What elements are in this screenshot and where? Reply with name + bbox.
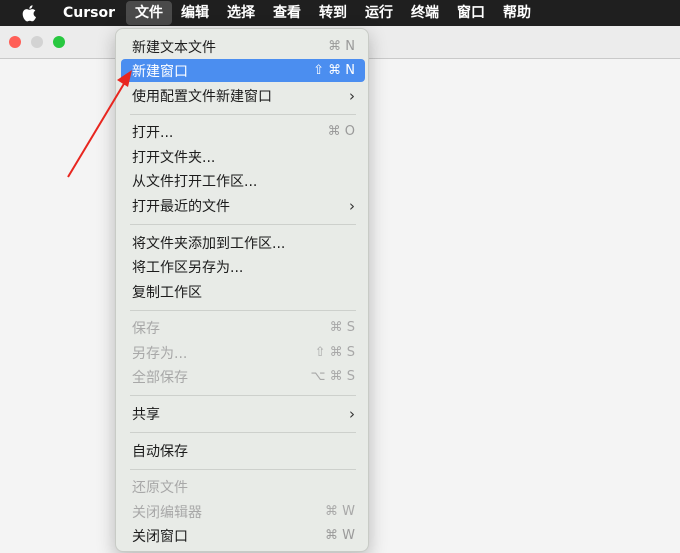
- menubar-app-name[interactable]: Cursor: [54, 1, 124, 25]
- chevron-right-icon: ›: [349, 86, 355, 105]
- menubar-terminal[interactable]: 终端: [402, 1, 448, 25]
- menu-item-close-editor[interactable]: 关闭编辑器 ⌘ W: [121, 500, 365, 523]
- menu-item-label: 共享: [132, 406, 160, 423]
- menubar-file[interactable]: 文件: [126, 1, 173, 25]
- zoom-window-button[interactable]: [53, 36, 65, 48]
- menu-item-label: 新建文本文件: [132, 39, 216, 56]
- menubar-edit[interactable]: 编辑: [172, 1, 218, 25]
- close-window-button[interactable]: [9, 36, 21, 48]
- menu-separator: [130, 114, 356, 115]
- menu-item-new-window[interactable]: 新建窗口 ⇧ ⌘ N: [121, 59, 365, 82]
- menu-separator: [130, 310, 356, 311]
- menu-item-shortcut: ⌘ S: [329, 320, 355, 335]
- menu-separator: [130, 469, 356, 470]
- menu-item-shortcut: ⌘ O: [327, 124, 355, 139]
- menu-item-new-window-with-profile[interactable]: 使用配置文件新建窗口 ›: [121, 84, 365, 107]
- menu-item-label: 自动保存: [132, 443, 188, 460]
- menu-item-shortcut: ⇧ ⌘ N: [313, 63, 355, 78]
- menu-item-label: 使用配置文件新建窗口: [132, 88, 272, 105]
- menu-separator: [130, 432, 356, 433]
- menu-item-save[interactable]: 保存 ⌘ S: [121, 316, 365, 339]
- menubar-window[interactable]: 窗口: [448, 1, 494, 25]
- menu-item-label: 还原文件: [132, 479, 188, 496]
- chevron-right-icon: ›: [349, 404, 355, 423]
- menu-item-shortcut: ⌘ W: [325, 504, 355, 519]
- menu-item-label: 打开文件夹...: [132, 149, 216, 166]
- menu-item-save-as[interactable]: 另存为... ⇧ ⌘ S: [121, 341, 365, 364]
- menu-item-shortcut: ⌘ N: [328, 39, 355, 54]
- menu-item-duplicate-workspace[interactable]: 复制工作区: [121, 280, 365, 303]
- menu-item-label: 从文件打开工作区...: [132, 173, 258, 190]
- minimize-window-button[interactable]: [31, 36, 43, 48]
- menubar-view[interactable]: 查看: [264, 1, 310, 25]
- menu-item-share[interactable]: 共享 ›: [121, 402, 365, 425]
- menu-item-open-workspace-from-file[interactable]: 从文件打开工作区...: [121, 169, 365, 192]
- menu-item-label: 将工作区另存为...: [132, 259, 244, 276]
- menu-item-shortcut: ⌥ ⌘ S: [310, 369, 356, 384]
- menu-item-label: 打开...: [132, 124, 174, 141]
- menu-item-shortcut: ⇧ ⌘ S: [314, 345, 355, 360]
- menu-item-label: 将文件夹添加到工作区...: [132, 235, 286, 252]
- menu-separator: [130, 395, 356, 396]
- menu-item-label: 保存: [132, 320, 160, 337]
- menu-item-label: 打开最近的文件: [132, 198, 230, 215]
- menu-item-label: 关闭窗口: [132, 528, 188, 545]
- file-menu-dropdown: 新建文本文件 ⌘ N 新建窗口 ⇧ ⌘ N 使用配置文件新建窗口 › 打开...…: [115, 28, 369, 552]
- menu-item-save-all[interactable]: 全部保存 ⌥ ⌘ S: [121, 365, 365, 388]
- menu-item-shortcut: ⌘ W: [325, 528, 355, 543]
- menu-separator: [130, 224, 356, 225]
- chevron-right-icon: ›: [349, 196, 355, 215]
- menubar-selection[interactable]: 选择: [218, 1, 264, 25]
- menu-item-label: 新建窗口: [132, 63, 188, 80]
- menu-item-auto-save[interactable]: 自动保存: [121, 439, 365, 462]
- menu-item-open-recent[interactable]: 打开最近的文件 ›: [121, 194, 365, 217]
- menubar-help[interactable]: 帮助: [494, 1, 540, 25]
- menu-item-label: 全部保存: [132, 369, 188, 386]
- menubar-go[interactable]: 转到: [310, 1, 356, 25]
- menu-item-new-text-file[interactable]: 新建文本文件 ⌘ N: [121, 35, 365, 58]
- menu-item-open-folder[interactable]: 打开文件夹...: [121, 145, 365, 168]
- menu-item-add-folder-to-workspace[interactable]: 将文件夹添加到工作区...: [121, 231, 365, 254]
- menu-item-label: 复制工作区: [132, 284, 202, 301]
- menu-item-open[interactable]: 打开... ⌘ O: [121, 120, 365, 143]
- menu-bar: Cursor 文件 编辑 选择 查看 转到 运行 终端 窗口 帮助: [0, 0, 680, 26]
- apple-icon[interactable]: [22, 4, 38, 22]
- menubar-run[interactable]: 运行: [356, 1, 402, 25]
- menu-item-label: 关闭编辑器: [132, 504, 202, 521]
- menu-item-revert-file[interactable]: 还原文件: [121, 475, 365, 498]
- menu-item-save-workspace-as[interactable]: 将工作区另存为...: [121, 255, 365, 278]
- menu-item-label: 另存为...: [132, 345, 188, 362]
- menu-item-close-window[interactable]: 关闭窗口 ⌘ W: [121, 524, 365, 547]
